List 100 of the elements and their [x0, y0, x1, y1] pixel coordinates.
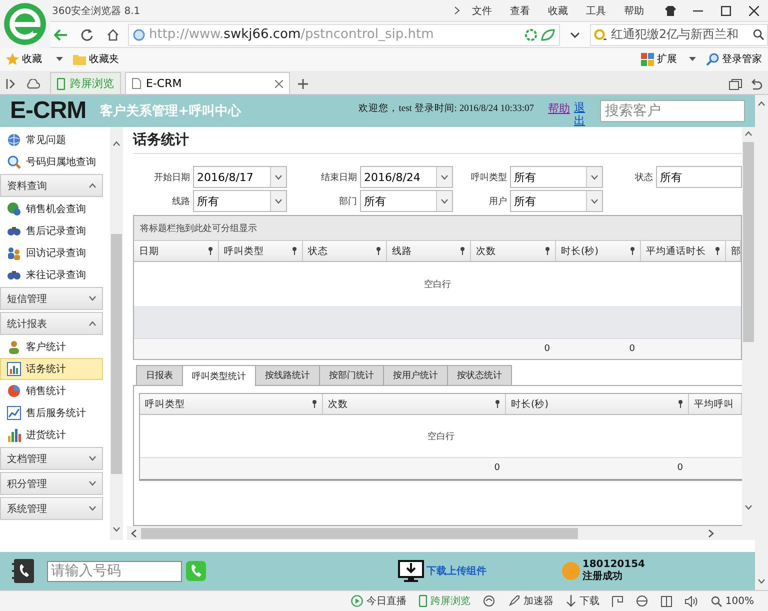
report-tab[interactable]: 按用户统计 [383, 365, 448, 385]
speaker-icon[interactable] [685, 596, 698, 606]
chevron-icon[interactable] [454, 6, 460, 16]
filter-icon [208, 247, 213, 255]
sidebar-group[interactable]: 积分管理 [0, 472, 103, 495]
dropdown[interactable]: 所有 [656, 166, 742, 188]
star-icon [6, 53, 19, 66]
windows-icon[interactable] [729, 78, 742, 90]
search-field[interactable]: 红通犯缴2亿与新西兰和 [590, 24, 768, 46]
globe-icon [7, 133, 21, 147]
filter-label: 线路 [171, 196, 190, 208]
customer-search-field[interactable]: 搜索客户 [600, 100, 745, 122]
caret-icon [89, 183, 96, 188]
phone-icon [419, 595, 428, 607]
column-header[interactable]: 次数 [323, 394, 506, 414]
phone-number-field[interactable]: 请输入号码 [47, 560, 182, 582]
filter-label: 呼叫类型 [470, 172, 507, 184]
welcome-text: 欢迎您，test 登录时间: 2016/8/24 10:33:07 [358, 102, 534, 115]
zoom-button[interactable]: 100% [711, 596, 754, 606]
column-header[interactable]: 平均通话时长 [641, 241, 726, 261]
sidebar-item[interactable]: 号码归属地查询 [0, 151, 103, 173]
scrollbar-thumb[interactable] [111, 234, 122, 474]
filter-icon [630, 247, 635, 255]
bookmark-folder[interactable]: 收藏夹 [73, 52, 119, 66]
download-button[interactable]: 下载 [566, 594, 600, 608]
globe-icon [133, 28, 145, 41]
app-subtitle: 客户关系管理+呼叫中心 [100, 102, 242, 120]
help-link[interactable]: 帮助 [548, 101, 570, 127]
column-header[interactable]: 日期 [134, 241, 219, 261]
live-button[interactable]: 今日直播 [351, 594, 406, 608]
menu-item[interactable]: 工具 [580, 4, 612, 18]
page-icon [132, 78, 141, 89]
login-manager-button[interactable]: 登录管家 [706, 52, 762, 66]
sidebar-item[interactable]: 销售统计 [0, 380, 103, 402]
sidebar-item[interactable]: 常见问题 [0, 129, 103, 151]
dropdown[interactable]: 所有 [510, 190, 603, 212]
logout-link[interactable]: 退出 [574, 101, 586, 127]
report-tab[interactable]: 按线路统计 [255, 365, 320, 385]
sidebar-group[interactable]: 统计报表 [0, 312, 103, 335]
accelerator-button[interactable]: 加速器 [508, 594, 554, 608]
menu-item[interactable]: 收藏 [542, 4, 574, 18]
search-icon [753, 29, 764, 40]
sidebar-group[interactable]: 文档管理 [0, 447, 103, 470]
dropdown[interactable]: 所有 [193, 190, 287, 212]
sidebar-group[interactable]: 系统管理 [0, 497, 103, 520]
phone-icon [57, 78, 65, 90]
sidebar-item[interactable]: 客户统计 [0, 336, 103, 358]
extensions-menu[interactable]: 扩展 [641, 52, 696, 66]
menu-item[interactable]: 文件 [466, 4, 498, 18]
sidebar-item[interactable]: 销售机会查询 [0, 198, 103, 220]
report-tab[interactable]: 日报表 [136, 365, 183, 385]
menu-item[interactable]: 帮助 [618, 4, 650, 18]
search-icon [7, 155, 21, 169]
column-header[interactable]: 呼叫类型 [140, 394, 323, 414]
sidebar-item[interactable]: 话务统计 [0, 358, 103, 380]
caret-icon [275, 198, 282, 204]
report-tab[interactable]: 呼叫类型统计 [182, 365, 256, 386]
caret-icon [441, 174, 448, 180]
download-icon [566, 595, 576, 607]
report-tab[interactable]: 按状态统计 [447, 365, 512, 385]
column-header[interactable]: 时长(秒) [506, 394, 689, 414]
sidebar-item[interactable]: 进货统计 [0, 424, 103, 446]
filter-label: 结束日期 [320, 172, 357, 184]
column-header[interactable]: 时长(秒) [556, 241, 641, 261]
sidebar-item[interactable]: 售后记录查询 [0, 220, 103, 242]
date-dropdown[interactable]: 2016/8/24 [360, 166, 453, 188]
caret-icon [570, 32, 580, 38]
filter-icon [292, 247, 297, 255]
filter-icon [495, 400, 500, 408]
scrollbar-thumb[interactable] [141, 528, 578, 538]
group-by-hint: 将标题栏拖到此处可分组显示 [134, 216, 741, 241]
browser-tab[interactable]: E-CRM [125, 72, 290, 94]
plus-icon[interactable] [298, 79, 308, 89]
column-header[interactable]: 线路 [387, 241, 471, 261]
app-logo: E-CRM [10, 97, 86, 125]
caret-icon [689, 57, 696, 62]
sidebar-group[interactable]: 资料查询 [0, 174, 103, 197]
caret-icon [113, 527, 120, 532]
column-header[interactable]: 次数 [471, 241, 556, 261]
favorites-menu[interactable]: 收藏 [6, 52, 63, 66]
sidebar-item[interactable]: 回访记录查询 [0, 242, 103, 264]
menu-item[interactable]: 查看 [504, 4, 536, 18]
column-header[interactable]: 状态 [303, 241, 387, 261]
scrollbar-thumb[interactable] [743, 142, 754, 342]
address-bar[interactable]: http://www.swkj66.com/pstncontrol_sip.htm [128, 24, 560, 46]
search-icon [711, 596, 722, 606]
dropdown[interactable]: 所有 [510, 166, 603, 188]
dropdown[interactable]: 所有 [360, 190, 453, 212]
sidebar-group[interactable]: 短信管理 [0, 287, 103, 310]
person-icon [7, 340, 21, 354]
column-header[interactable]: 呼叫类型 [219, 241, 303, 261]
cloud-icon[interactable] [26, 79, 40, 89]
sidebar-toggle-icon[interactable] [6, 79, 16, 89]
refresh-icon [81, 28, 93, 41]
undo-icon[interactable] [750, 78, 762, 90]
date-dropdown[interactable]: 2016/8/17 [193, 166, 287, 188]
shirt-icon [664, 6, 676, 16]
sidebar-item[interactable]: 来往记录查询 [0, 264, 103, 286]
sidebar-item[interactable]: 售后服务统计 [0, 402, 103, 424]
report-tab[interactable]: 按部门统计 [319, 365, 384, 385]
